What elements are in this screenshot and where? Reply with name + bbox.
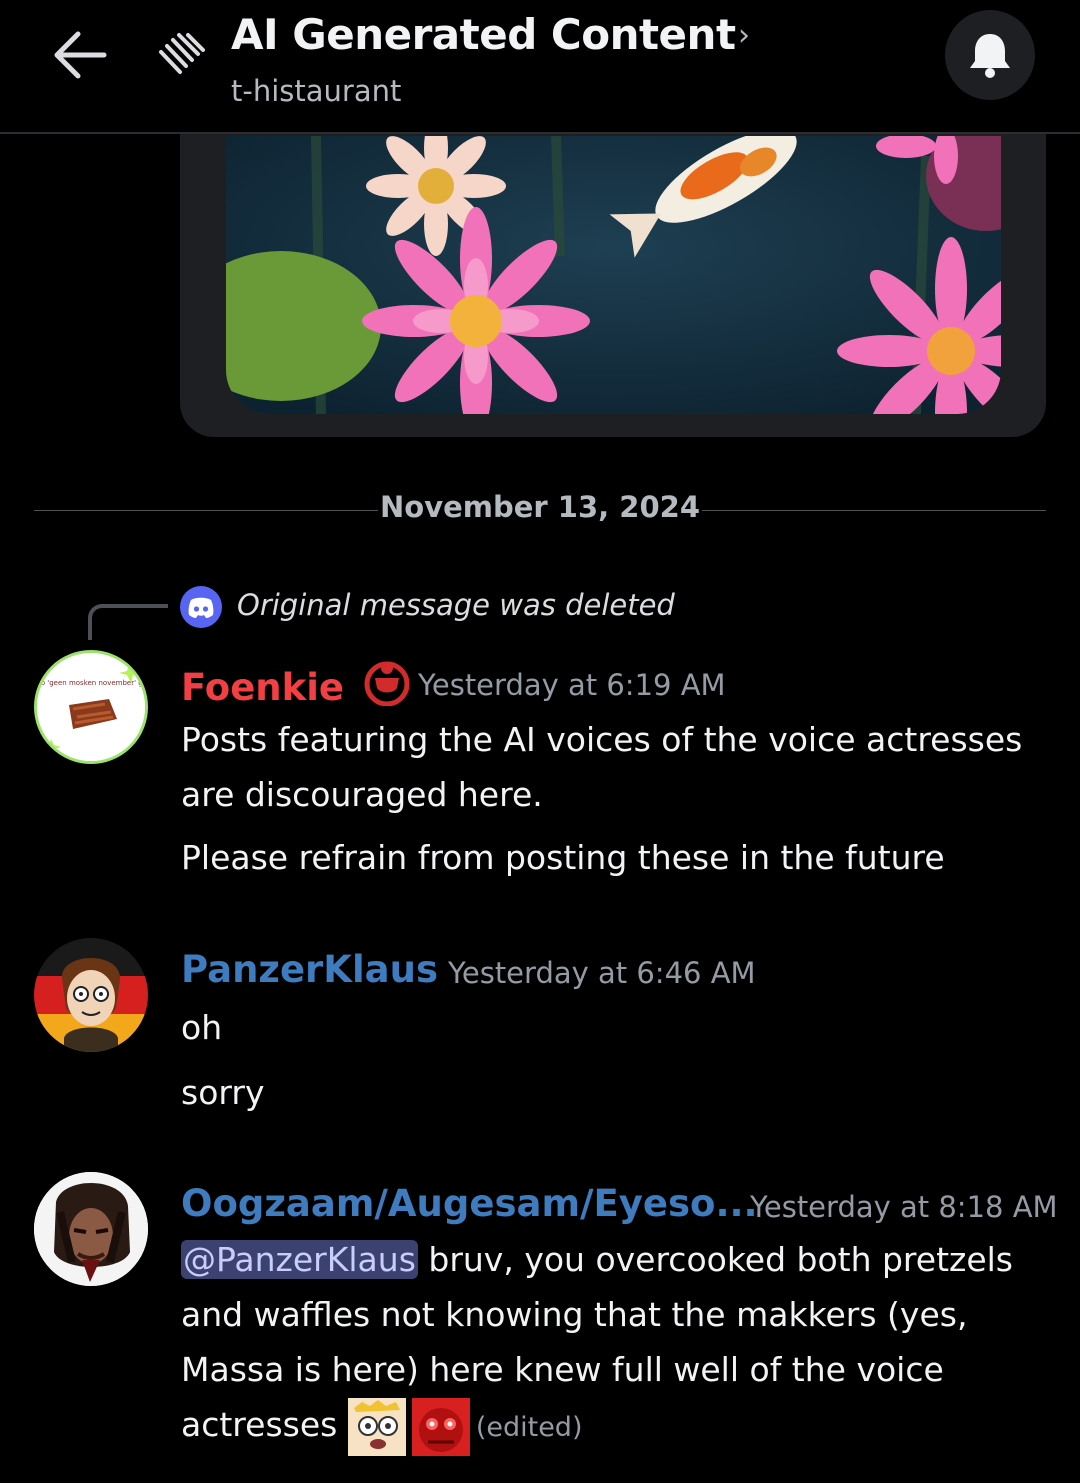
avatar-image <box>34 938 148 1052</box>
bell-icon <box>970 34 1010 78</box>
channel-header: AI Generated Content › t-histaurant <box>0 0 1080 134</box>
timestamp: Yesterday at 6:46 AM <box>448 956 756 990</box>
timestamp: Yesterday at 8:18 AM <box>750 1190 1058 1224</box>
user-mention[interactable]: @PanzerKlaus <box>181 1240 418 1279</box>
koi-pond-artwork <box>226 136 1001 414</box>
emoji-red-face[interactable] <box>411 1397 470 1456</box>
emoji-cartoon-face[interactable] <box>347 1397 406 1456</box>
username[interactable]: Foenkie <box>181 660 413 709</box>
avatar[interactable]: shab 'geen mosken november' gefa <box>34 650 148 764</box>
discord-icon <box>180 586 222 628</box>
edited-label: (edited) <box>475 1412 583 1443</box>
date-divider: November 13, 2024 <box>380 490 700 524</box>
channel-title[interactable]: AI Generated Content <box>231 10 736 59</box>
username[interactable]: Oogzaam/Augesam/Eyeso... <box>181 1182 758 1225</box>
avatar-image <box>34 1172 148 1286</box>
message-content: Please refrain from posting these in the… <box>181 838 945 877</box>
divider-line-right <box>702 510 1046 511</box>
arrow-left-icon <box>54 31 107 79</box>
chevron-right-icon[interactable]: › <box>738 18 750 53</box>
avatar-caption: shab 'geen mosken november' gefa <box>37 679 145 687</box>
timestamp: Yesterday at 6:19 AM <box>418 668 726 702</box>
role-icon <box>364 661 410 707</box>
notification-button[interactable] <box>945 10 1035 100</box>
avatar[interactable] <box>34 938 148 1052</box>
avatar[interactable] <box>34 1172 148 1286</box>
reply-context-text[interactable]: Original message was deleted <box>237 588 675 622</box>
message-content: @PanzerKlaus bruv, you overcooked both p… <box>181 1232 1051 1456</box>
thread-icon <box>158 32 208 82</box>
message-content: sorry <box>181 1073 265 1112</box>
avatar-image: shab 'geen mosken november' gefa <box>37 653 145 761</box>
divider-line-left <box>34 510 378 511</box>
reply-spine <box>88 604 168 640</box>
channel-subtitle[interactable]: t-histaurant <box>231 74 401 108</box>
message-content: Posts featuring the AI voices of the voi… <box>181 720 1023 814</box>
message-content: oh <box>181 1008 223 1047</box>
back-button[interactable] <box>48 26 112 84</box>
username[interactable]: PanzerKlaus <box>181 948 438 991</box>
koi-pond-image[interactable] <box>226 136 1001 414</box>
